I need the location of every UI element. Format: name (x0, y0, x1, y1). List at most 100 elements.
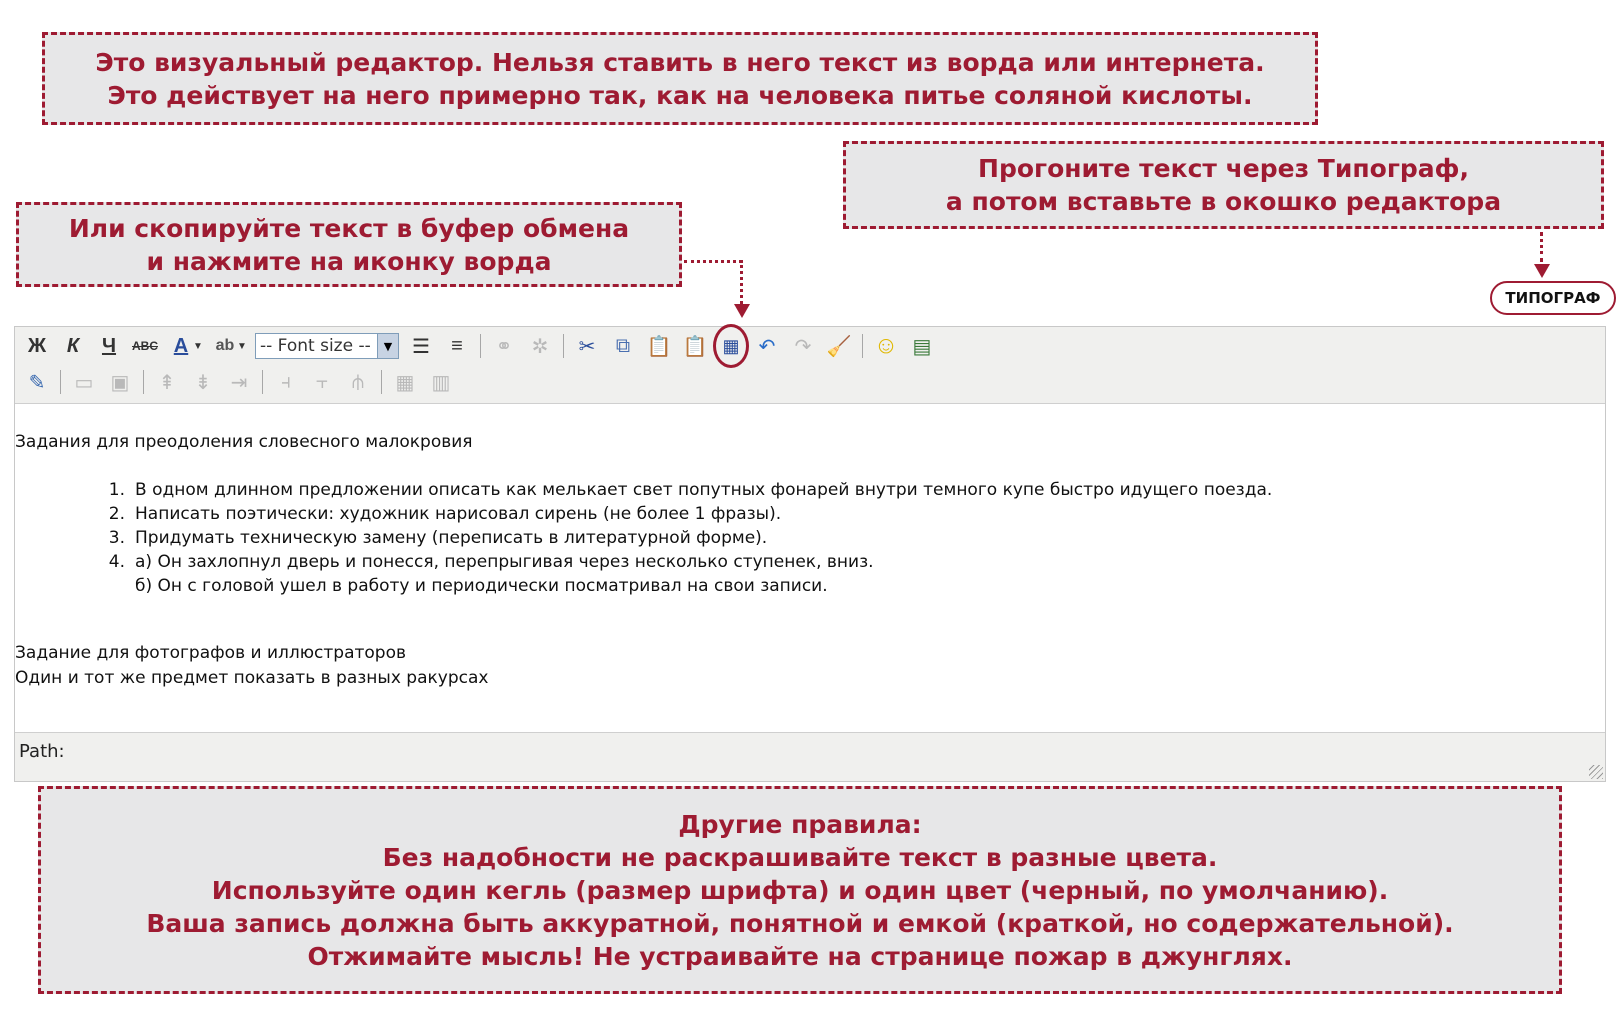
list-number: 3. (108, 528, 125, 548)
content-heading: Задание для фотографов и иллюстраторов (15, 643, 407, 663)
callout-line: Прогоните текст через Типограф, (978, 154, 1469, 183)
unlink-icon: ✲ (531, 335, 549, 358)
callout-line: и нажмите на иконку ворда (146, 246, 552, 276)
arrow-down-icon (1534, 264, 1550, 278)
list-item-text: а) Он захлопнул дверь и понесся, перепры… (135, 552, 874, 572)
font-size-value: -- Font size -- (260, 336, 371, 356)
paste-word-button[interactable]: ▦ (713, 324, 749, 368)
toolbar-separator (480, 334, 481, 358)
smiley-icon: ☺ (873, 332, 899, 359)
chevron-down-icon[interactable]: ▼ (377, 334, 398, 358)
chevron-down-icon[interactable]: ▼ (193, 341, 203, 352)
paste-button[interactable]: 📋 (641, 331, 677, 361)
strikethrough-button[interactable]: ABC (127, 331, 163, 361)
callout-line: а потом вставьте в окошко редактора (945, 187, 1502, 216)
list-item-text: В одном длинном предложении описать как … (135, 480, 1273, 500)
bullet-list-button[interactable]: ☰ (403, 331, 439, 361)
chevron-down-icon[interactable]: ▼ (237, 341, 247, 352)
paste-word-icon: ▦ (713, 324, 749, 368)
connector-line (740, 260, 743, 304)
list-item-text: Написать поэтически: художник нарисовал … (135, 504, 782, 524)
callout-typograf: Прогоните текст через Типограф, а потом … (843, 141, 1604, 229)
delete-row-icon: ⇥ (230, 371, 248, 394)
path-label: Path: (19, 741, 65, 762)
resize-grip-icon[interactable] (1589, 765, 1603, 779)
callout-line: Ваша запись должна быть аккуратной, поня… (146, 908, 1454, 938)
insert-col-before-button[interactable]: ⫞ (268, 367, 304, 397)
col-before-icon: ⫞ (281, 370, 291, 393)
callout-line: Используйте один кегль (размер шрифта) и… (211, 875, 1389, 905)
cell-props-icon: ▣ (110, 371, 130, 394)
numbered-list-icon: ≡ (451, 334, 463, 357)
bullet-list-icon: ☰ (412, 335, 430, 358)
merge-cells-button[interactable]: ▥ (423, 367, 459, 397)
list-item-text: Придумать техническую замену (переписать… (135, 528, 768, 548)
cut-button[interactable]: ✂ (569, 331, 605, 361)
bold-icon: Ж (27, 334, 47, 357)
list-item: 3. Придумать техническую замену (переписа… (105, 526, 1272, 550)
toolbar-separator (862, 334, 863, 358)
insert-col-after-button[interactable]: ⫟ (304, 367, 340, 397)
row-after-icon: ⇟ (194, 371, 212, 394)
copy-button[interactable]: ⧉ (605, 331, 641, 361)
numbered-list-button[interactable]: ≡ (439, 331, 475, 361)
callout-visual-editor-warning: Это визуальный редактор. Нельзя ставить … (42, 32, 1318, 125)
cleanup-button[interactable]: 🧹 (821, 331, 857, 361)
toolbar-separator (143, 370, 144, 394)
editor-content-area[interactable]: Задания для преодоления словесного малок… (15, 404, 1605, 734)
unlink-button[interactable]: ✲ (522, 331, 558, 361)
delete-row-button[interactable]: ⇥ (221, 367, 257, 397)
insert-row-before-button[interactable]: ⇞ (149, 367, 185, 397)
undo-button[interactable]: ↶ (749, 331, 785, 361)
list-number: 4. (108, 552, 125, 572)
font-color-icon: A (173, 334, 189, 357)
table-props-button[interactable]: ▭ (66, 367, 102, 397)
callout-line: Без надобности не раскрашивайте текст в … (382, 842, 1218, 872)
merge-cells-icon: ▥ (431, 371, 451, 394)
underline-button[interactable]: Ч (91, 331, 127, 361)
font-size-select[interactable]: -- Font size -- ▼ (255, 333, 399, 359)
delete-col-button[interactable]: ⫛ (340, 367, 376, 397)
split-cells-icon: ▦ (395, 371, 415, 394)
toolbar-separator (563, 334, 564, 358)
content-heading: Задания для преодоления словесного малок… (15, 432, 473, 452)
editor-toolbar: Ж К Ч ABC A ▼ ab ▼ -- Font size -- ▼ ☰ ≡… (15, 324, 1605, 404)
paste-text-button[interactable]: 📋 (677, 331, 713, 361)
list-item-text: б) Он с головой ушел в работу и периодич… (135, 576, 828, 596)
edit-icon: ✎ (28, 371, 46, 394)
edit-html-button[interactable]: ✎ (19, 367, 55, 397)
highlight-icon: ab (215, 337, 235, 354)
bold-button[interactable]: Ж (19, 331, 55, 361)
undo-icon: ↶ (758, 335, 776, 358)
row-before-icon: ⇞ (158, 371, 176, 394)
underline-icon: Ч (101, 334, 117, 357)
link-button[interactable]: ⚭ (486, 331, 522, 361)
status-path-bar: Path: (15, 732, 1605, 781)
content-paragraph: Один и тот же предмет показать в разных … (15, 668, 489, 688)
list-item: б) Он с головой ушел в работу и периодич… (105, 574, 1272, 598)
insert-row-after-button[interactable]: ⇟ (185, 367, 221, 397)
italic-button[interactable]: К (55, 331, 91, 361)
callout-line: Отжимайте мысль! Не устраивайте на стран… (307, 941, 1293, 971)
film-icon: ▤ (912, 335, 932, 358)
connector-line (684, 260, 742, 263)
italic-icon: К (66, 334, 80, 357)
arrow-down-icon (734, 304, 750, 318)
link-icon: ⚭ (495, 335, 513, 358)
split-cells-button[interactable]: ▦ (387, 367, 423, 397)
cell-props-button[interactable]: ▣ (102, 367, 138, 397)
typograf-button[interactable]: ТИПОГРАФ (1490, 281, 1616, 315)
strikethrough-icon: ABC (132, 339, 158, 353)
redo-button[interactable]: ↷ (785, 331, 821, 361)
toolbar-row: ✎ ▭ ▣ ⇞ ⇟ ⇥ ⫞ ⫟ ⫛ ▦ ▥ (19, 365, 459, 399)
col-after-icon: ⫟ (315, 370, 329, 393)
emoticon-button[interactable]: ☺ (868, 331, 904, 361)
rich-text-editor: Ж К Ч ABC A ▼ ab ▼ -- Font size -- ▼ ☰ ≡… (14, 324, 1606, 782)
media-button[interactable]: ▤ (904, 331, 940, 361)
list-item: 1. В одном длинном предложении описать ка… (105, 478, 1273, 502)
callout-other-rules: Другие правила: Без надобности не раскра… (38, 786, 1562, 994)
list-number: 2. (108, 504, 125, 524)
callout-word-icon: Или скопируйте текст в буфер обмена и на… (16, 202, 682, 287)
callout-line: Это действует на него примерно так, как … (107, 80, 1253, 110)
clipboard-icon: 📋 (646, 335, 672, 358)
